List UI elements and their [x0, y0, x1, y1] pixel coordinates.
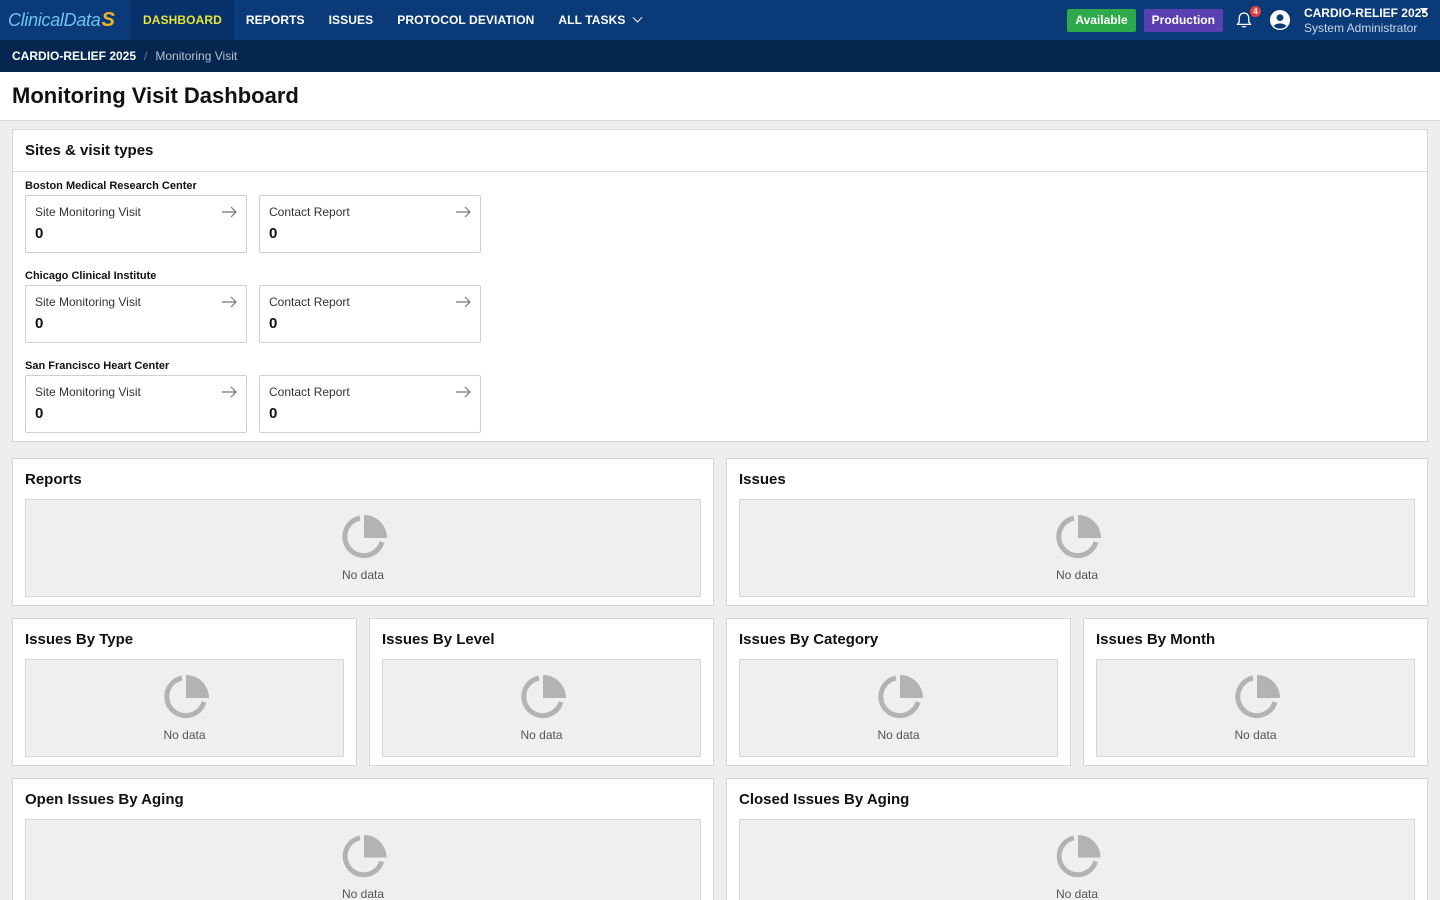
nav-all-tasks-label: ALL TASKS	[558, 13, 626, 27]
caret-down-icon[interactable]	[1420, 8, 1428, 13]
user-info: CARDIO-RELIEF 2025 System Administrator	[1304, 5, 1428, 36]
logo-text: ClinicalData	[8, 9, 101, 30]
issues-title: Issues	[739, 471, 786, 488]
nav-issues[interactable]: ISSUES	[317, 0, 386, 40]
visit-count: 0	[35, 315, 44, 332]
arrow-right-icon	[456, 296, 471, 308]
closed-issues-aging-panel: Closed Issues By Aging No data	[726, 778, 1428, 900]
visit-type-label: Site Monitoring Visit	[35, 205, 141, 219]
pie-chart-icon	[342, 515, 387, 559]
notification-count-badge: 4	[1249, 6, 1261, 17]
closed-issues-aging-title: Closed Issues By Aging	[739, 791, 910, 808]
no-data-label: No data	[163, 728, 206, 742]
nav-all-tasks[interactable]: ALL TASKS	[546, 0, 652, 40]
breadcrumb: CARDIO-RELIEF 2025 / Monitoring Visit	[0, 40, 1440, 72]
nav-reports[interactable]: REPORTS	[234, 0, 317, 40]
visit-type-label: Contact Report	[269, 295, 350, 309]
nav-dashboard[interactable]: DASHBOARD	[131, 0, 234, 40]
issues-by-category-panel: Issues By Category No data	[726, 618, 1071, 766]
empty-chart: No data	[25, 819, 701, 900]
no-data-label: No data	[1055, 568, 1099, 582]
issues-panel: Issues No data	[726, 458, 1428, 606]
no-data-label: No data	[341, 887, 385, 900]
nav-right: Available Production 4 CARDIO-RELIEF 202…	[1067, 0, 1440, 40]
visit-count: 0	[269, 315, 278, 332]
visit-count: 0	[35, 225, 44, 242]
logo-mark: S	[101, 8, 115, 31]
pie-chart-icon	[163, 675, 209, 719]
pie-chart-icon	[342, 834, 387, 878]
user-study: CARDIO-RELIEF 2025	[1303, 5, 1428, 20]
no-data-label: No data	[341, 568, 385, 582]
arrow-right-icon	[222, 206, 237, 218]
breadcrumb-current: Monitoring Visit	[155, 49, 238, 63]
page-header: Monitoring Visit Dashboard	[0, 72, 1440, 121]
visit-count: 0	[269, 225, 278, 242]
visit-type-label: Site Monitoring Visit	[35, 385, 141, 399]
no-data-label: No data	[1234, 728, 1277, 742]
no-data-label: No data	[877, 728, 920, 742]
arrow-right-icon	[456, 386, 471, 398]
visit-type-label: Contact Report	[269, 385, 350, 399]
sites-panel-title: Sites & visit types	[25, 142, 154, 159]
visit-card-contact-report[interactable]: Contact Report 0	[259, 285, 481, 343]
empty-chart: No data	[25, 659, 344, 757]
issues-by-type-panel: Issues By Type No data	[12, 618, 357, 766]
top-nav: ClinicalData S DASHBOARD REPORTS ISSUES P…	[0, 0, 1440, 40]
issues-by-category-title: Issues By Category	[739, 631, 879, 648]
open-issues-aging-title: Open Issues By Aging	[25, 791, 184, 808]
pie-chart-icon	[1056, 515, 1101, 559]
app-logo[interactable]: ClinicalData S	[0, 0, 131, 40]
notifications-button[interactable]: 4	[1231, 6, 1261, 33]
issues-by-level-title: Issues By Level	[382, 631, 495, 648]
arrow-right-icon	[456, 206, 471, 218]
issues-by-level-panel: Issues By Level No data	[369, 618, 714, 766]
visit-card-site-monitoring[interactable]: Site Monitoring Visit 0	[25, 195, 247, 253]
user-avatar-icon	[1269, 10, 1290, 30]
site-name: San Francisco Heart Center	[25, 360, 170, 372]
open-issues-aging-panel: Open Issues By Aging No data	[12, 778, 714, 900]
user-menu[interactable]: CARDIO-RELIEF 2025 System Administrator	[1269, 5, 1428, 36]
visit-card-site-monitoring[interactable]: Site Monitoring Visit 0	[25, 375, 247, 433]
issues-by-type-title: Issues By Type	[25, 631, 134, 648]
environment-badge[interactable]: Production	[1143, 8, 1223, 32]
reports-panel: Reports No data	[12, 458, 714, 606]
empty-chart: No data	[1096, 659, 1415, 757]
site-name: Boston Medical Research Center	[25, 180, 197, 192]
pie-chart-icon	[1056, 834, 1101, 878]
nav-protocol-deviation[interactable]: PROTOCOL DEVIATION	[385, 0, 546, 40]
empty-chart: No data	[739, 819, 1415, 900]
sites-visit-types-panel: Sites & visit types Boston Medical Resea…	[12, 129, 1428, 442]
site-name: Chicago Clinical Institute	[25, 270, 157, 282]
available-status-button[interactable]: Available	[1067, 8, 1136, 32]
breadcrumb-separator: /	[144, 49, 148, 63]
no-data-label: No data	[1055, 887, 1099, 900]
empty-chart: No data	[739, 659, 1058, 757]
pie-chart-icon	[1234, 675, 1280, 719]
page-title: Monitoring Visit Dashboard	[12, 83, 299, 108]
visit-count: 0	[269, 405, 278, 422]
visit-card-site-monitoring[interactable]: Site Monitoring Visit 0	[25, 285, 247, 343]
user-role: System Administrator	[1303, 20, 1418, 35]
arrow-right-icon	[222, 296, 237, 308]
chevron-down-icon	[632, 12, 642, 23]
reports-title: Reports	[25, 471, 82, 488]
issues-by-month-title: Issues By Month	[1096, 631, 1216, 648]
empty-chart: No data	[25, 499, 701, 597]
visit-count: 0	[35, 405, 44, 422]
pie-chart-icon	[520, 675, 566, 719]
empty-chart: No data	[382, 659, 701, 757]
visit-card-contact-report[interactable]: Contact Report 0	[259, 375, 481, 433]
visit-card-contact-report[interactable]: Contact Report 0	[259, 195, 481, 253]
arrow-right-icon	[222, 386, 237, 398]
no-data-label: No data	[520, 728, 563, 742]
breadcrumb-study-link[interactable]: CARDIO-RELIEF 2025	[12, 49, 136, 63]
pie-chart-icon	[877, 675, 923, 719]
sites-panel-header: Sites & visit types	[13, 130, 1427, 172]
issues-by-month-panel: Issues By Month No data	[1083, 618, 1428, 766]
empty-chart: No data	[739, 499, 1415, 597]
visit-type-label: Contact Report	[269, 205, 350, 219]
visit-type-label: Site Monitoring Visit	[35, 295, 141, 309]
